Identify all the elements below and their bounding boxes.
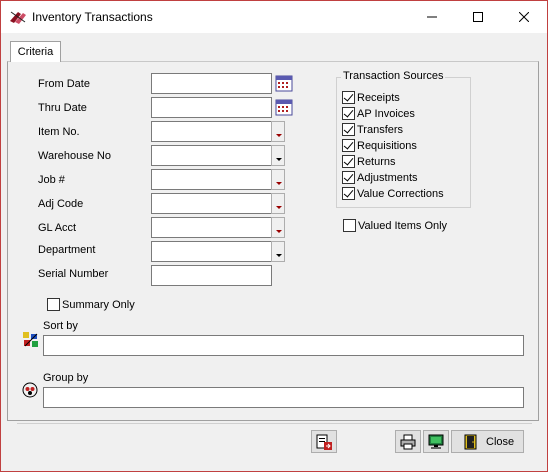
department-dropdown-button[interactable] [271,241,285,262]
serial-number-field[interactable] [151,265,272,286]
calendar-icon[interactable] [274,73,294,94]
preview-button[interactable] [423,430,449,453]
value-corrections-checkbox[interactable] [342,187,355,200]
department-label: Department [38,244,96,256]
job-label: Job # [38,174,65,186]
adjustments-checkbox[interactable] [342,171,355,184]
receipts-label: Receipts [357,92,400,104]
monitor-icon [428,434,444,449]
department-field[interactable] [151,241,272,262]
warehouse-no-field[interactable] [151,145,272,166]
job-dropdown-button[interactable] [271,169,285,190]
transaction-sources-title: Transaction Sources [341,70,446,82]
maximize-icon [473,12,483,22]
receipts-checkbox[interactable] [342,91,355,104]
ap-invoices-label: AP Invoices [357,108,415,120]
bottom-separator [17,423,532,424]
item-no-label: Item No. [38,126,80,138]
group-by-field[interactable] [43,387,524,408]
requisitions-checkbox[interactable] [342,139,355,152]
minimize-icon [427,16,437,18]
close-button-label: Close [486,435,515,448]
thru-date-label: Thru Date [38,102,87,114]
export-icon [316,434,332,450]
warehouse-no-dropdown-button[interactable] [271,145,285,166]
title-bar: Inventory Transactions [1,1,547,33]
sort-by-label: Sort by [43,320,78,332]
minimize-button[interactable] [409,1,455,33]
thru-date-field[interactable] [151,97,272,118]
print-button[interactable] [395,430,421,453]
requisitions-label: Requisitions [357,140,417,152]
close-button[interactable]: Close [451,430,524,453]
inventory-transactions-window: Inventory Transactions Criteria From Dat… [0,0,548,472]
warehouse-no-label: Warehouse No [38,150,111,162]
transfers-checkbox[interactable] [342,123,355,136]
adj-code-label: Adj Code [38,198,84,210]
adjustments-label: Adjustments [357,172,418,184]
returns-label: Returns [357,156,396,168]
valued-items-only-checkbox[interactable] [343,219,356,232]
group-by-label: Group by [43,372,89,384]
export-button[interactable] [311,430,337,453]
maximize-button[interactable] [455,1,501,33]
value-corrections-label: Value Corrections [357,188,444,200]
gl-acct-dropdown-button[interactable] [271,217,285,238]
window-title: Inventory Transactions [32,10,153,24]
gl-acct-label: GL Acct [38,222,77,234]
tab-criteria[interactable]: Criteria [10,41,61,62]
from-date-field[interactable] [151,73,272,94]
job-field[interactable] [151,169,272,190]
gl-acct-field[interactable] [151,217,272,238]
group-icon[interactable] [22,382,38,398]
transfers-label: Transfers [357,124,404,136]
summary-only-checkbox[interactable] [47,298,60,311]
calendar-icon[interactable] [274,97,294,118]
printer-icon [400,434,416,449]
sort-by-field[interactable] [43,335,524,356]
from-date-label: From Date [38,78,90,90]
item-no-dropdown-button[interactable] [271,121,285,142]
adj-code-field[interactable] [151,193,272,214]
serial-number-label: Serial Number [38,268,109,280]
close-window-button[interactable] [501,1,547,33]
sort-icon[interactable] [22,331,40,349]
ap-invoices-checkbox[interactable] [342,107,355,120]
inventory-app-icon [10,11,26,24]
adj-code-dropdown-button[interactable] [271,193,285,214]
summary-only-label: Summary Only [62,299,135,311]
close-icon [519,12,529,22]
valued-items-only-label: Valued Items Only [358,220,448,232]
returns-checkbox[interactable] [342,155,355,168]
door-exit-icon [464,434,477,449]
item-no-field[interactable] [151,121,272,142]
